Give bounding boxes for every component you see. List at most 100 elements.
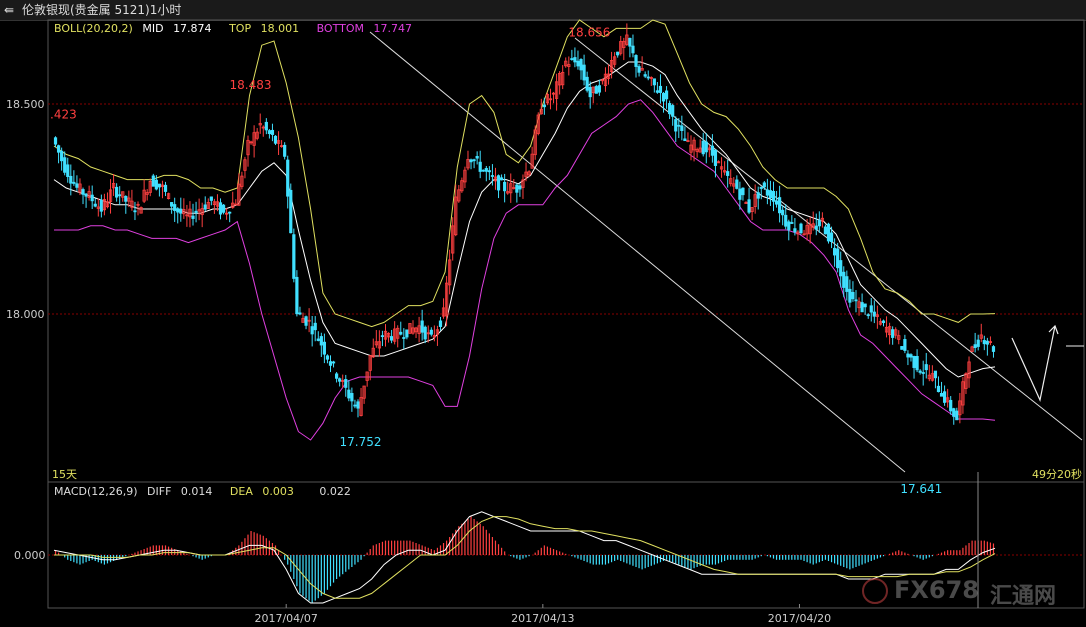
watermark-brand: FX678 — [894, 576, 979, 604]
candle-body — [203, 204, 207, 210]
candle-body — [860, 302, 864, 313]
candle-body — [903, 339, 907, 351]
candle-body — [402, 337, 406, 339]
candle-body — [423, 326, 427, 340]
candle-body — [316, 338, 320, 341]
candle-body — [671, 105, 675, 117]
candle-body — [75, 183, 79, 188]
candle-body — [762, 182, 766, 188]
candle-body — [768, 190, 773, 199]
candle-body — [503, 181, 507, 192]
candle-body — [628, 37, 632, 47]
price-annotation: 18.483 — [230, 78, 272, 92]
candle-body — [475, 156, 479, 159]
candle-body — [664, 90, 669, 100]
candle-body — [765, 189, 769, 196]
candle-body — [833, 247, 837, 256]
candle-body — [634, 55, 638, 67]
macd-value: 0.022 — [319, 485, 351, 498]
candle-body — [325, 355, 330, 360]
candle-body — [515, 184, 519, 193]
candle-body — [157, 183, 162, 188]
candle-body — [900, 346, 904, 350]
candle-body — [283, 144, 287, 157]
x-tick-label: 2017/04/07 — [254, 612, 317, 625]
candle-body — [701, 140, 705, 155]
macd-dea-value: 0.003 — [262, 485, 294, 498]
candle-body — [298, 312, 302, 315]
x-tick-label: 2017/04/20 — [768, 612, 831, 625]
candle-body — [487, 170, 491, 173]
price-annotation: 17.641 — [900, 482, 942, 496]
candle-body — [481, 169, 485, 172]
candle-body — [952, 408, 956, 417]
candle-body — [985, 340, 989, 345]
candle-body — [710, 145, 714, 156]
candle-body — [579, 59, 583, 71]
candle-body — [573, 57, 577, 63]
candle-body — [518, 185, 522, 190]
candle-body — [918, 370, 922, 373]
candle-body — [63, 157, 67, 173]
candle-body — [472, 159, 476, 162]
boll-mid-line — [53, 61, 996, 378]
candle-body — [713, 149, 718, 166]
price-annotation: .423 — [50, 107, 77, 121]
candle-body — [631, 45, 635, 54]
candle-body — [84, 193, 88, 197]
candle-body — [209, 196, 213, 201]
bollinger-bands — [53, 19, 996, 441]
candle-body — [942, 391, 947, 403]
candle-body — [817, 219, 821, 227]
candle-body — [949, 399, 953, 412]
candle-body — [335, 373, 339, 379]
candle-body — [991, 346, 996, 352]
candle-body — [322, 341, 326, 355]
macd-legend: MACD(12,26,9) DIFF 0.014 DEA 0.003 0.022 — [54, 485, 351, 498]
candle-body — [826, 223, 831, 242]
candle-body — [69, 175, 73, 184]
candle-body — [347, 389, 351, 399]
candle-body — [973, 344, 977, 349]
candle-body — [292, 234, 296, 279]
candle-body — [338, 378, 342, 382]
candle-body — [661, 92, 666, 102]
candle-body — [839, 260, 843, 277]
candle-body — [389, 336, 394, 341]
price-panel-border — [47, 19, 1085, 483]
candle-body — [594, 86, 598, 94]
countdown-timer: 49分20秒 — [1032, 468, 1082, 481]
candle-body — [66, 164, 70, 177]
candle-body — [747, 199, 751, 213]
boll-name: BOLL(20,20,2) — [54, 22, 133, 35]
candle-body — [328, 361, 333, 366]
trend-lines — [369, 31, 1084, 473]
candle-body — [56, 145, 61, 153]
candle-body — [405, 329, 409, 338]
macd-diff-label: DIFF — [147, 485, 172, 498]
candle-body — [353, 404, 357, 407]
candle-body — [799, 223, 803, 234]
candle-body — [221, 204, 226, 213]
boll-mid-label: MID — [142, 22, 164, 35]
x-tick-label: 2017/04/13 — [511, 612, 574, 625]
forecast-path — [1011, 325, 1056, 402]
candle-body — [267, 130, 271, 135]
candle-body — [912, 356, 916, 368]
candle-body — [273, 135, 278, 144]
price-chart[interactable]: 18.500 18.000 0.000 2017/04/07 2017/04/13 201… — [0, 0, 1086, 627]
price-tick-label: 18.500 — [6, 98, 45, 111]
price-grid — [48, 103, 1084, 608]
candle-body — [781, 209, 785, 216]
candle-body — [863, 303, 867, 308]
candle-body — [90, 194, 94, 202]
candle-body — [218, 202, 223, 215]
candle-body — [151, 175, 155, 187]
candle-body — [982, 340, 986, 345]
candle-body — [313, 322, 317, 331]
candle-body — [771, 190, 776, 202]
candle-body — [399, 331, 403, 335]
candle-body — [848, 288, 852, 303]
candle-body — [194, 210, 198, 213]
candle-body — [176, 208, 180, 213]
